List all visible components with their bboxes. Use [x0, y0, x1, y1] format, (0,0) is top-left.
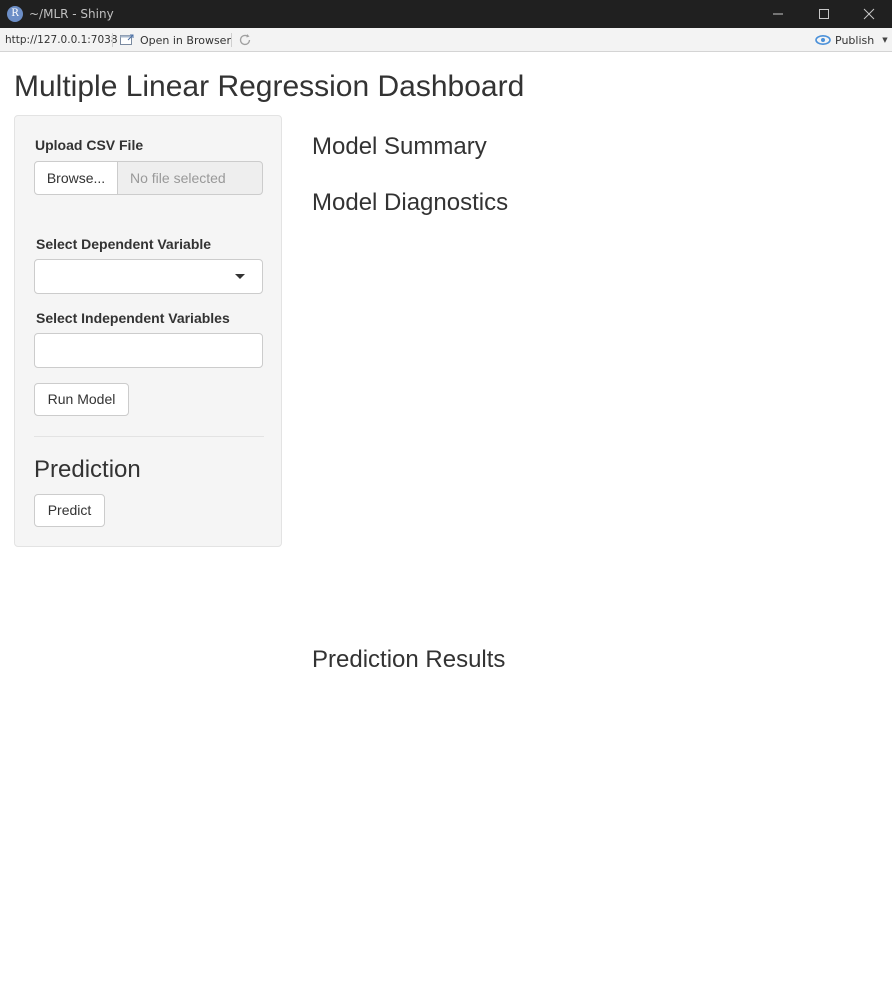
run-model-button[interactable]: Run Model [34, 383, 129, 416]
minimize-icon [773, 13, 783, 15]
open-in-browser-icon [120, 34, 134, 45]
upload-label: Upload CSV File [35, 137, 144, 153]
window-titlebar: R ~/MLR - Shiny [0, 0, 892, 28]
window-title: ~/MLR - Shiny [29, 7, 114, 21]
dependent-variable-select[interactable] [34, 259, 263, 294]
close-button[interactable] [846, 0, 892, 28]
prediction-results-heading: Prediction Results [312, 646, 506, 673]
dependent-variable-label: Select Dependent Variable [36, 236, 212, 252]
open-in-browser-button[interactable]: Open in Browser [120, 32, 231, 48]
model-summary-heading: Model Summary [312, 133, 487, 160]
refresh-button[interactable] [238, 33, 252, 50]
publish-button[interactable]: Publish ▼ [815, 32, 888, 48]
file-input: Browse... No file selected [34, 161, 263, 195]
toolbar-divider [112, 33, 113, 47]
publish-dropdown-icon[interactable]: ▼ [882, 36, 887, 44]
maximize-button[interactable] [801, 0, 847, 28]
viewer-toolbar: http://127.0.0.1:7038 Open in Browser Pu… [0, 28, 892, 52]
prediction-heading: Prediction [34, 456, 141, 483]
browse-button[interactable]: Browse... [34, 161, 118, 195]
publish-icon [815, 35, 831, 45]
sidebar-divider [34, 436, 264, 437]
r-logo-icon: R [7, 6, 23, 22]
predict-button[interactable]: Predict [34, 494, 105, 527]
r-logo-letter: R [11, 8, 19, 19]
dropdown-caret-icon [235, 274, 245, 279]
sidebar-panel: Upload CSV File Browse... No file select… [14, 115, 282, 547]
url-display: http://127.0.0.1:7038 [5, 34, 118, 46]
refresh-icon [239, 34, 251, 46]
model-diagnostics-heading: Model Diagnostics [312, 189, 509, 216]
independent-variables-select[interactable] [34, 333, 263, 368]
open-in-browser-label: Open in Browser [140, 33, 231, 47]
page-title: Multiple Linear Regression Dashboard [14, 70, 525, 103]
toolbar-divider [231, 33, 232, 47]
independent-variables-label: Select Independent Variables [36, 310, 230, 326]
publish-label: Publish [835, 33, 875, 47]
minimize-button[interactable] [755, 0, 801, 28]
file-name-field[interactable]: No file selected [117, 161, 263, 195]
maximize-icon [819, 9, 829, 19]
close-icon [863, 8, 875, 20]
